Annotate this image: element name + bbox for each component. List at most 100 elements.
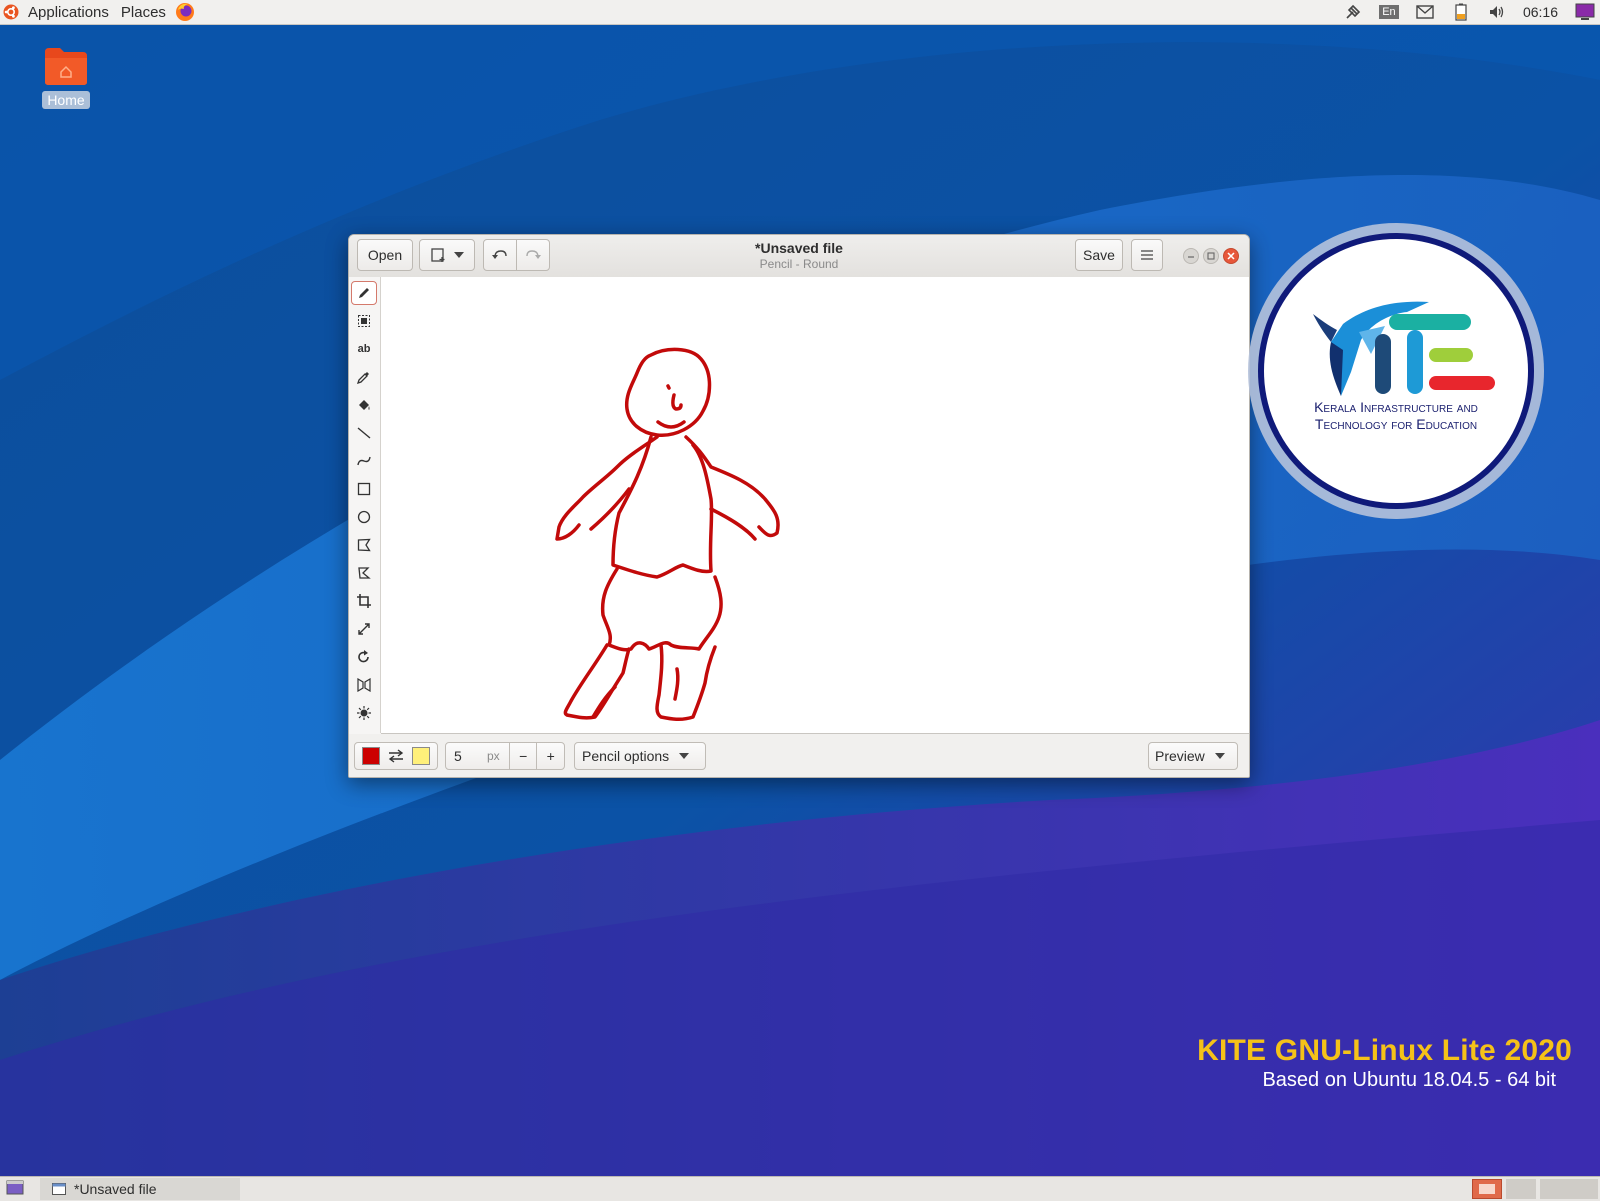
- color-selector: [354, 742, 438, 770]
- freeshape-icon: [358, 567, 371, 579]
- main-menu-button[interactable]: [1131, 239, 1163, 271]
- network-icon[interactable]: [1335, 0, 1371, 24]
- text-icon: ab: [357, 343, 371, 355]
- tool-scale[interactable]: [351, 617, 377, 641]
- redo-icon: [526, 250, 541, 259]
- filters-icon: [357, 706, 371, 720]
- places-menu[interactable]: Places: [115, 4, 172, 21]
- rotate-icon: [358, 650, 369, 663]
- battery-icon[interactable]: [1443, 0, 1479, 24]
- skew-icon: [357, 678, 371, 692]
- workspace-window-icon: [1479, 1184, 1495, 1194]
- window-icon: [52, 1183, 66, 1195]
- drawing-canvas[interactable]: [381, 277, 1249, 734]
- close-button[interactable]: [1223, 248, 1239, 264]
- tool-rectangle[interactable]: [351, 477, 377, 501]
- minimize-icon: [1188, 256, 1194, 258]
- tool-options-bar: 5 px − + Pencil options Preview: [349, 734, 1249, 777]
- pencil-icon: [359, 288, 369, 298]
- tool-crop[interactable]: [351, 589, 377, 613]
- curve-icon: [357, 456, 371, 466]
- home-label: Home: [42, 91, 90, 109]
- taskbar-window-title: *Unsaved file: [74, 1181, 157, 1197]
- swap-colors-icon[interactable]: [388, 749, 404, 763]
- volume-icon[interactable]: [1479, 0, 1515, 24]
- logo-text-line1: Kerala Infrastructure and: [1314, 399, 1478, 415]
- workspace-2[interactable]: [1506, 1179, 1536, 1199]
- ubuntu-logo-icon[interactable]: [0, 4, 22, 20]
- tool-circle[interactable]: [351, 505, 377, 529]
- headerbar: Open *Unsaved file Pencil - Round Save: [349, 235, 1249, 278]
- window-title: *Unsaved file: [755, 240, 843, 256]
- applications-menu[interactable]: Applications: [22, 4, 115, 21]
- firefox-icon[interactable]: [172, 2, 198, 22]
- tool-polygon[interactable]: [351, 533, 377, 557]
- selection-icon: [358, 315, 370, 327]
- tool-pencil[interactable]: [351, 281, 377, 305]
- taskbar-window-item[interactable]: *Unsaved file: [40, 1178, 240, 1200]
- close-icon: [1227, 252, 1235, 260]
- workspace-3[interactable]: [1540, 1179, 1570, 1199]
- chevron-down-icon: [1214, 753, 1225, 759]
- minimize-button[interactable]: [1183, 248, 1199, 264]
- color-picker-icon: [357, 372, 369, 384]
- open-button[interactable]: Open: [357, 239, 413, 271]
- chevron-down-icon: [679, 753, 690, 759]
- size-spinbutton: 5 px − +: [445, 742, 565, 770]
- preview-label: Preview: [1155, 748, 1205, 764]
- maximize-button[interactable]: [1203, 248, 1219, 264]
- tool-options-dropdown[interactable]: Pencil options: [574, 742, 706, 770]
- folder-icon: [43, 46, 89, 86]
- bottom-taskbar: *Unsaved file: [0, 1176, 1600, 1201]
- window-subtitle: Pencil - Round: [759, 257, 839, 271]
- mail-icon[interactable]: [1407, 0, 1443, 24]
- tool-text[interactable]: ab: [351, 337, 377, 361]
- session-icon[interactable]: [1570, 0, 1600, 24]
- tools-sidebar: ab: [349, 277, 381, 733]
- size-unit-label: px: [486, 749, 500, 763]
- drawing-app-window: Open *Unsaved file Pencil - Round Save a…: [348, 234, 1250, 778]
- size-value-field[interactable]: 5: [446, 748, 487, 764]
- new-image-icon: [431, 248, 445, 262]
- tool-paint-bucket[interactable]: [351, 393, 377, 417]
- rectangle-icon: [357, 482, 371, 496]
- kite-logo: Kerala Infrastructure and Technology for…: [1247, 222, 1545, 520]
- scale-icon: [358, 623, 370, 635]
- main-color-button[interactable]: [362, 747, 380, 765]
- chevron-down-icon: [454, 252, 464, 258]
- circle-icon: [357, 510, 371, 524]
- tool-selection[interactable]: [351, 309, 377, 333]
- tool-skew[interactable]: [351, 673, 377, 697]
- brand-title: KITE GNU-Linux Lite 2020: [1197, 1034, 1572, 1067]
- tool-options-label: Pencil options: [582, 748, 670, 764]
- keyboard-layout-indicator[interactable]: En: [1371, 0, 1407, 24]
- workspace-4[interactable]: [1570, 1179, 1598, 1199]
- tool-curve[interactable]: [351, 449, 377, 473]
- save-button[interactable]: Save: [1075, 239, 1123, 271]
- tool-color-picker[interactable]: [351, 365, 377, 389]
- show-desktop-icon[interactable]: [6, 1180, 24, 1199]
- line-icon: [357, 427, 371, 439]
- new-image-menu-button[interactable]: [419, 239, 475, 271]
- clock[interactable]: 06:16: [1515, 4, 1570, 20]
- undo-button[interactable]: [483, 239, 517, 271]
- size-decrease-button[interactable]: −: [508, 743, 537, 769]
- top-panel: Applications Places En 06:16: [0, 0, 1600, 25]
- workspace-1[interactable]: [1472, 1179, 1502, 1199]
- tool-line[interactable]: [351, 421, 377, 445]
- size-increase-button[interactable]: +: [536, 743, 564, 769]
- redo-button[interactable]: [516, 239, 550, 271]
- secondary-color-button[interactable]: [412, 747, 430, 765]
- tool-rotate[interactable]: [351, 645, 377, 669]
- pencil-drawing: [555, 347, 780, 722]
- logo-text-line2: Technology for Education: [1315, 416, 1477, 432]
- preview-dropdown[interactable]: Preview: [1148, 742, 1238, 770]
- tool-free-shape[interactable]: [351, 561, 377, 585]
- maximize-icon: [1207, 252, 1215, 260]
- keyboard-layout-label: En: [1379, 5, 1399, 19]
- tool-filters[interactable]: [351, 701, 377, 725]
- save-label: Save: [1083, 247, 1115, 263]
- desktop-home-icon[interactable]: Home: [40, 46, 92, 110]
- crop-icon: [357, 594, 371, 608]
- paint-bucket-icon: [359, 400, 370, 410]
